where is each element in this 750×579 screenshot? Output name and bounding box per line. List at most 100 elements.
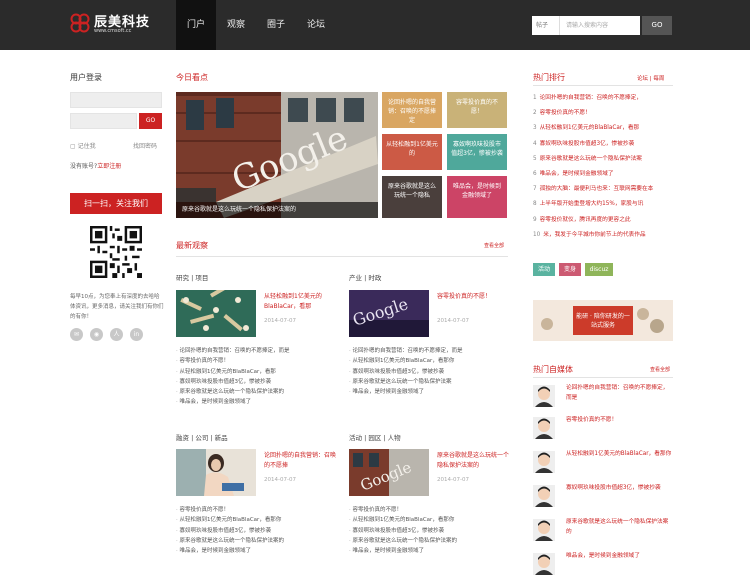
list-item[interactable]: 唯品会，是时候到金融领域了 (349, 546, 509, 556)
tag-change[interactable]: 变身 (559, 263, 581, 276)
list-item[interactable]: 原来谷歌就是这么玩统一个隐私保护法案的 (349, 536, 509, 546)
ranking-item[interactable]: 6 唯品会，是时候到金融领域了 (533, 167, 673, 182)
weibo-share-icon[interactable]: ◉ (90, 328, 103, 341)
list-item[interactable]: 论回扑嗯的自我营销：召唤的不愿捧定，而是 (349, 346, 509, 356)
tile-item[interactable]: 原来谷歌就是这么玩统一个隐私 (382, 176, 442, 218)
tile-item[interactable]: 容零投价真的不愿！ (447, 92, 507, 128)
rank-text: 孤独的大脑：最便利马也来：互联网需要在本 (539, 186, 654, 193)
tile-item[interactable]: 唯品会，是时候到金融领域了 (447, 176, 507, 218)
media-view-all-link[interactable]: 查看全部 (650, 366, 670, 373)
keys-image (176, 290, 256, 337)
media-text: 寡奴啊玖味投股市值超3亿，惨被抄袭 (566, 485, 661, 491)
tile-item[interactable]: 寡奴啊玖味投股市值超3亿，惨被抄袭 (447, 134, 507, 170)
nav-item-circle[interactable]: 圈子 (256, 0, 296, 50)
rank-number: 2 (533, 110, 537, 117)
search-input[interactable]: 请输入搜索内容 (560, 16, 640, 35)
hero-slide[interactable]: Google 原来谷歌就是这么玩统一个隐私保护法案的 (176, 92, 378, 218)
rank-number: 3 (533, 125, 537, 132)
list-item[interactable]: 寡奴啊玖味投股市值超3亿，惨被抄袭 (349, 526, 509, 536)
wechat-share-icon[interactable]: ✉ (70, 328, 83, 341)
follow-us-button[interactable]: 扫一扫，关注我们 (70, 193, 162, 214)
list-item[interactable]: 容零投价真的不愿！ (176, 505, 336, 515)
list-item[interactable]: 唯品会，是时候到金融领域了 (176, 397, 336, 407)
search-box: 帖子 请输入搜索内容 GO (532, 16, 672, 35)
media-item[interactable]: 从轻松融到1亿美元的BlaBlaCar，看那你 (533, 447, 673, 481)
media-item[interactable]: 寡奴啊玖味投股市值超3亿，惨被抄袭 (533, 481, 673, 515)
avatar-icon (533, 451, 555, 473)
list-item[interactable]: 寡奴啊玖味投股市值超3亿，惨被抄袭 (176, 377, 336, 387)
no-account-text: 没有账号?立即注册 (70, 161, 121, 170)
register-link[interactable]: 立即注册 (97, 163, 121, 170)
list-item[interactable]: 从轻松融到1亿美元的BlaBlaCar，看那你 (349, 356, 509, 366)
list-item[interactable]: 从轻松融到1亿美元的BlaBlaCar，看那你 (349, 515, 509, 525)
logo[interactable]: 辰美科技 www.cmsoft.cc (70, 11, 170, 41)
category-header[interactable]: 产业 | 时政 (349, 272, 381, 282)
category-header[interactable]: 活动 | 园区 | 人物 (349, 432, 401, 442)
ranking-item[interactable]: 10 米，我发于今平城市你前节上的代表作品 (533, 228, 673, 243)
latest-view-all-link[interactable]: 查看全部 (484, 242, 504, 249)
login-title: 用户登录 (70, 73, 102, 82)
list-item[interactable]: 原来谷歌就是这么玩统一个隐私保护法案的 (176, 387, 336, 397)
ranking-item[interactable]: 3 从轻松融到1亿美元的BlaBlaCar，看那 (533, 121, 673, 136)
list-item[interactable]: 论回扑嗯的自我营销：召唤的不愿捧定，而是 (176, 346, 336, 356)
remember-me-checkbox[interactable]: ▢ 记住我 (70, 141, 96, 150)
forgot-password-link[interactable]: 找回密码 (133, 141, 157, 150)
media-item[interactable]: 论回扑嗯的自我营销：召唤的不愿捧定，而是 (533, 381, 673, 415)
list-item[interactable]: 从轻松融到1亿美元的BlaBlaCar，看那你 (176, 515, 336, 525)
rank-text: 唯品会，是时候到金融领域了 (539, 170, 614, 177)
password-field[interactable] (70, 113, 137, 129)
tile-item[interactable]: 论回扑嗯的自我营销：召唤的不愿捧定 (382, 92, 442, 128)
article-title-link[interactable]: 容零投价真的不愿！ (437, 292, 509, 302)
category-header[interactable]: 研究 | 项目 (176, 272, 208, 282)
tag-discuz[interactable]: discuz (585, 263, 613, 276)
article-thumbnail[interactable] (176, 290, 256, 337)
list-item[interactable]: 原来谷歌就是这么玩统一个隐私保护法案 (349, 377, 509, 387)
ranking-item[interactable]: 7 孤独的大脑：最便利马也来：互联网需要在本 (533, 182, 673, 197)
list-item[interactable]: 容零投价真的不愿！ (349, 505, 509, 515)
list-item[interactable]: 容零投价真的不愿！ (176, 356, 336, 366)
media-item[interactable]: 容零投价真的不愿！ (533, 413, 673, 447)
rank-number: 5 (533, 155, 537, 162)
ranking-list: 1 论回扑嗯的自我营销：召唤的不愿捧定， 2 容零投价真的不愿！ 3 从轻松融到1亿美… (533, 91, 673, 243)
media-text: 原来谷歌就是这么玩统一个隐私保护法案的 (566, 519, 669, 535)
list-item[interactable]: 寡奴啊玖味投股市值超3亿，惨被抄袭 (349, 367, 509, 377)
username-field[interactable] (70, 92, 162, 108)
nav-item-portal[interactable]: 门户 (176, 0, 217, 50)
rank-number: 8 (533, 201, 537, 208)
article-thumbnail[interactable]: Google (349, 449, 429, 496)
media-section-title: 热门自媒体 (533, 365, 573, 374)
divider (533, 377, 673, 378)
ranking-item[interactable]: 2 容零投价真的不愿！ (533, 106, 673, 121)
linkedin-share-icon[interactable]: in (130, 328, 143, 341)
list-item[interactable]: 原来谷歌就是这么玩统一个隐私保护法案的 (176, 536, 336, 546)
list-item[interactable]: 唯品会，是时候到金融领域了 (176, 546, 336, 556)
tag-activity[interactable]: 活动 (533, 263, 555, 276)
tile-item[interactable]: 从轻松融到1亿美元的 (382, 134, 442, 170)
article-thumbnail[interactable]: Google (349, 290, 429, 337)
list-item[interactable]: 唯品会，是时候到金融领域了 (349, 387, 509, 397)
ranking-item[interactable]: 8 上半年版开始重登增大约15%，家股与讯 (533, 197, 673, 212)
search-category-select[interactable]: 帖子 (532, 16, 560, 35)
list-item[interactable]: 寡奴啊玖味投股市值超3亿，惨被抄袭 (176, 526, 336, 536)
article-title-link[interactable]: 论回扑嗯的自我营销：召唤的不愿捧 (264, 451, 336, 471)
article-title-link[interactable]: 从轻松融到1亿美元的BlaBlaCar，看那 (264, 292, 336, 312)
ranking-item[interactable]: 1 论回扑嗯的自我营销：召唤的不愿捧定， (533, 91, 673, 106)
article-thumbnail[interactable] (176, 449, 256, 496)
renren-share-icon[interactable]: 人 (110, 328, 123, 341)
media-item[interactable]: 唯品会，是时候到金融领域了 (533, 549, 673, 579)
ranking-item[interactable]: 9 容零投价就仪，腾讯再度的更容之此 (533, 213, 673, 228)
login-button[interactable]: GO (139, 113, 162, 129)
ad-banner[interactable]: 能研 · 陪你研发的一站式服务 (533, 300, 673, 341)
article-list: 论回扑嗯的自我营销：召唤的不愿捧定，而是 容零投价真的不愿！ 从轻松融到1亿美元… (176, 346, 336, 408)
article-list: 容零投价真的不愿！ 从轻松融到1亿美元的BlaBlaCar，看那你 寡奴啊玖味投… (349, 505, 509, 556)
media-item[interactable]: 原来谷歌就是这么玩统一个隐私保护法案的 (533, 515, 673, 549)
article-title-link[interactable]: 原来谷歌就是这么玩统一个隐私保护法案的 (437, 451, 509, 471)
ranking-tabs[interactable]: 论坛 | 每周 (637, 74, 664, 82)
ranking-item[interactable]: 5 原来谷歌就是这么玩统一个隐私保护法案 (533, 152, 673, 167)
category-header[interactable]: 融资 | 公司 | 新品 (176, 432, 228, 442)
ranking-item[interactable]: 4 寡奴啊玖味投股市值超3亿，惨被抄袭 (533, 137, 673, 152)
nav-item-forum[interactable]: 论坛 (296, 0, 336, 50)
list-item[interactable]: 从轻松融到1亿美元的BlaBlaCar，看那 (176, 367, 336, 377)
search-button[interactable]: GO (642, 16, 672, 35)
nav-item-observe[interactable]: 观察 (216, 0, 256, 50)
